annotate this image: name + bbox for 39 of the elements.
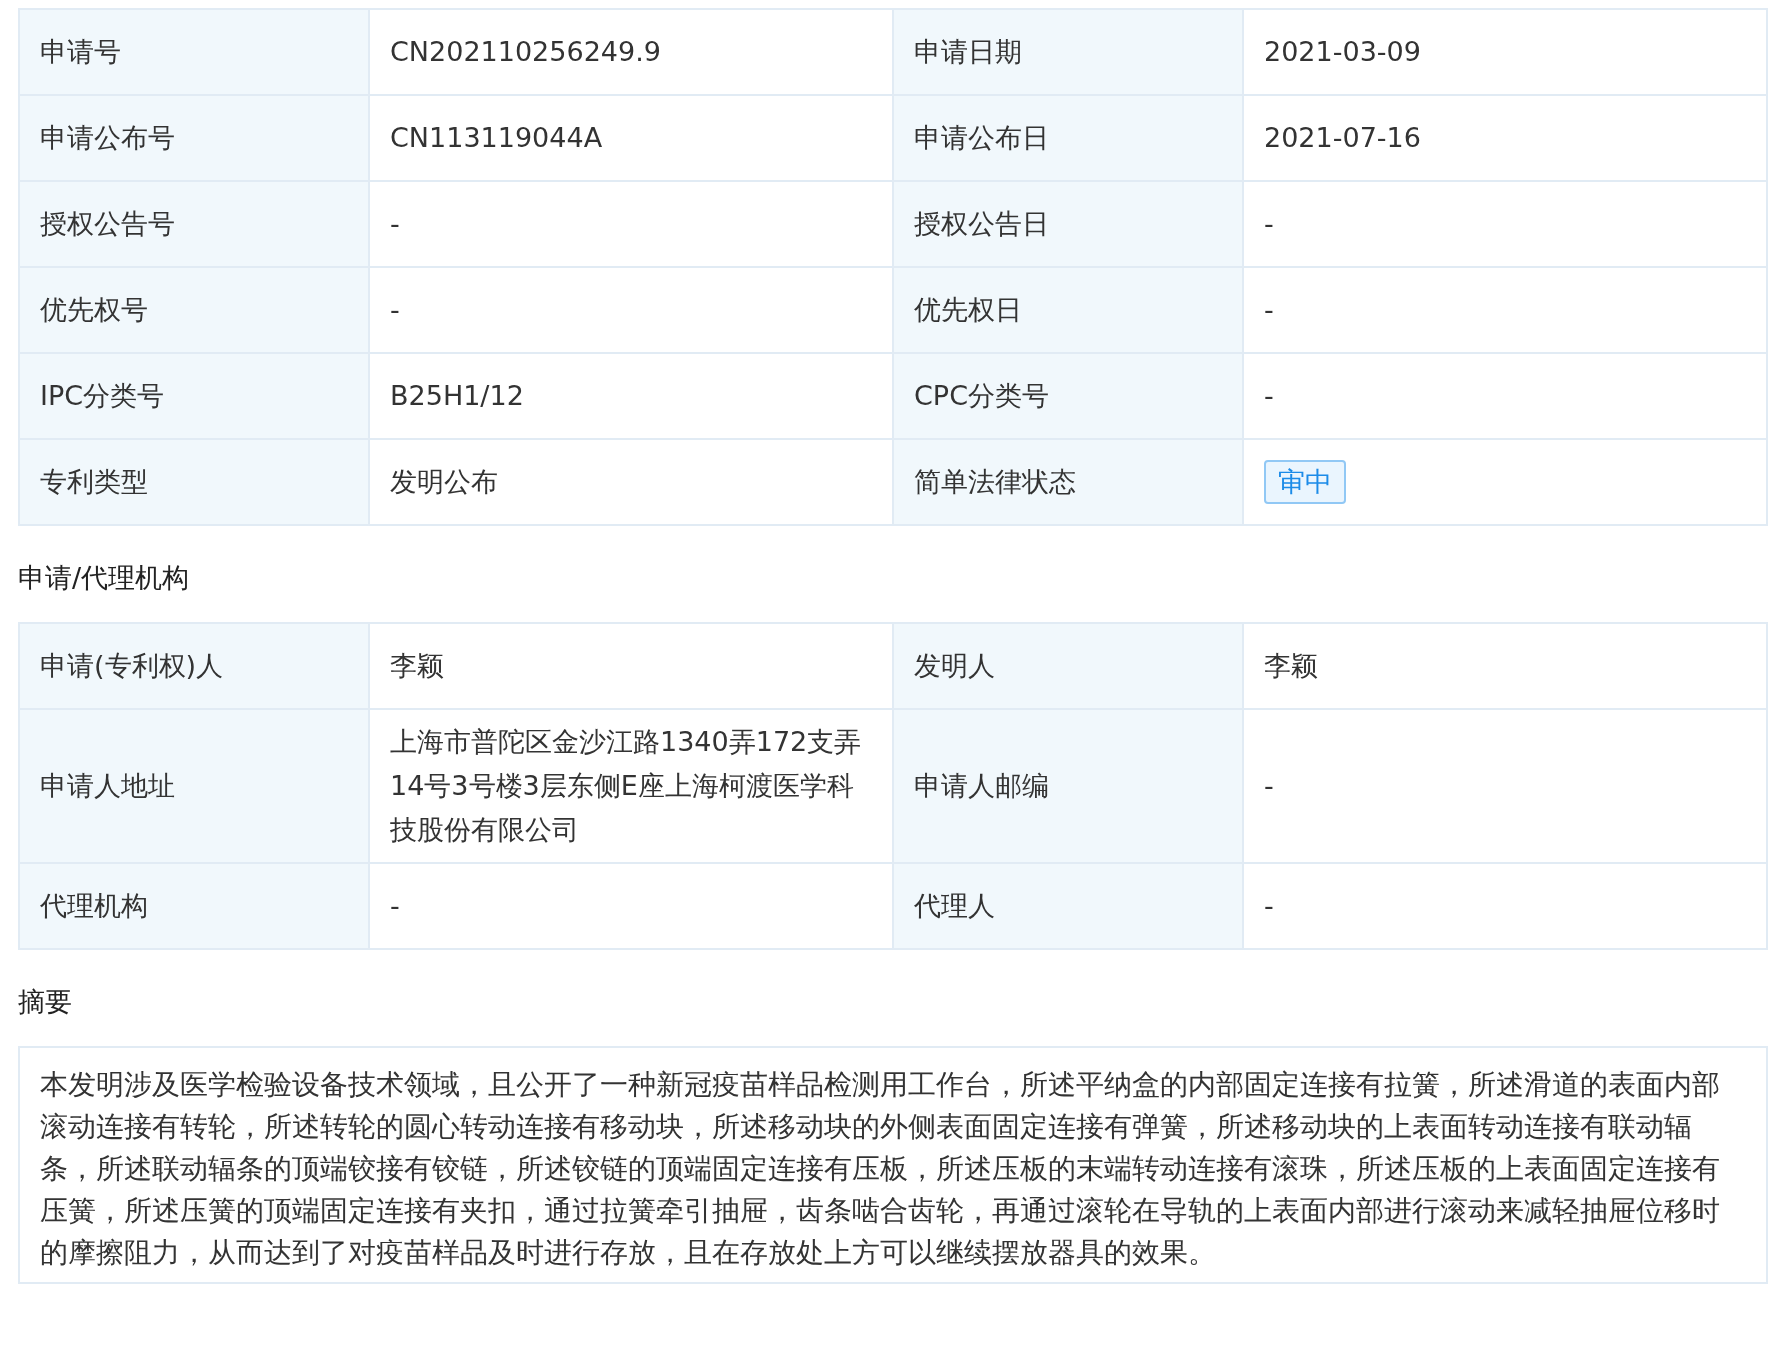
abstract-text: 本发明涉及医学检验设备技术领域，且公开了一种新冠疫苗样品检测用工作台，所述平纳盒的内部固定连接有拉簧，所述滑道的表面内部滚动连接有转轮，所述转轮的圆心转动连接有移动块，所述移动块的外侧表面固定连接有弹簧，所述移动块的上表面转动连接有联动辐条，所述联动辐条的顶端铰接有铰链，所述铰链的顶端固定连接有压板，所述压板的末端转动连接有滚珠，所述压板的上表面固定连接有压簧，所述压簧的顶端固定连接有夹扣，通过拉簧牵引抽屉，齿条啮合齿轮，再通过滚轮在导轨的上表面内部进行滚动来减轻抽屉位移时的摩擦阻力，从而达到了对疫苗样品及时进行存放，且在存放处上方可以继续摆放器具的效果。	[40, 1067, 1721, 1271]
field-label: 授权公告日	[894, 182, 1244, 268]
field-value: 上海市普陀区金沙江路1340弄172支弄14号3号楼3层东侧E座上海柯渡医学科技股份有限公司	[390, 725, 863, 847]
section-title: 摘要	[18, 985, 73, 1019]
field-value: 2021-07-16	[1264, 121, 1421, 155]
field-label: 申请人邮编	[894, 710, 1244, 864]
field-value: -	[1244, 710, 1768, 864]
field-value: CN202110256249.9	[370, 10, 894, 96]
field-label: 申请人地址	[20, 710, 370, 864]
field-label: 申请日期	[894, 10, 1244, 96]
field-label: IPC分类号	[20, 354, 370, 440]
field-value: CN113119044A	[370, 96, 894, 182]
field-value: 李颖	[390, 649, 444, 683]
field-label: 申请(专利权)人	[20, 624, 370, 710]
field-label: 申请号	[20, 10, 370, 96]
field-value: -	[370, 182, 894, 268]
field-label: CPC分类号	[894, 354, 1244, 440]
field-value: -	[1264, 379, 1274, 413]
field-label: 简单法律状态	[894, 440, 1244, 526]
field-label: 代理人	[894, 864, 1244, 950]
field-label: 代理机构	[20, 864, 370, 950]
field-label: 发明人	[894, 624, 1244, 710]
status-tag: 审中	[1264, 460, 1346, 504]
field-label: 申请公布日	[894, 96, 1244, 182]
section-title: 申请/代理机构	[18, 561, 191, 595]
field-value: -	[1264, 207, 1274, 241]
field-label: 优先权日	[894, 268, 1244, 354]
field-value: -	[390, 889, 400, 923]
field-label: 申请公布号	[20, 96, 370, 182]
field-value: B25H1/12	[370, 354, 894, 440]
field-value: 2021-03-09	[1264, 35, 1421, 69]
field-label: 专利类型	[20, 440, 370, 526]
field-value: 李颖	[1244, 624, 1768, 710]
field-label: 优先权号	[20, 268, 370, 354]
field-value: -	[1244, 864, 1768, 950]
field-label: 授权公告号	[20, 182, 370, 268]
field-value: -	[370, 268, 894, 354]
field-value: -	[1264, 293, 1274, 327]
field-value: 发明公布	[370, 440, 894, 526]
